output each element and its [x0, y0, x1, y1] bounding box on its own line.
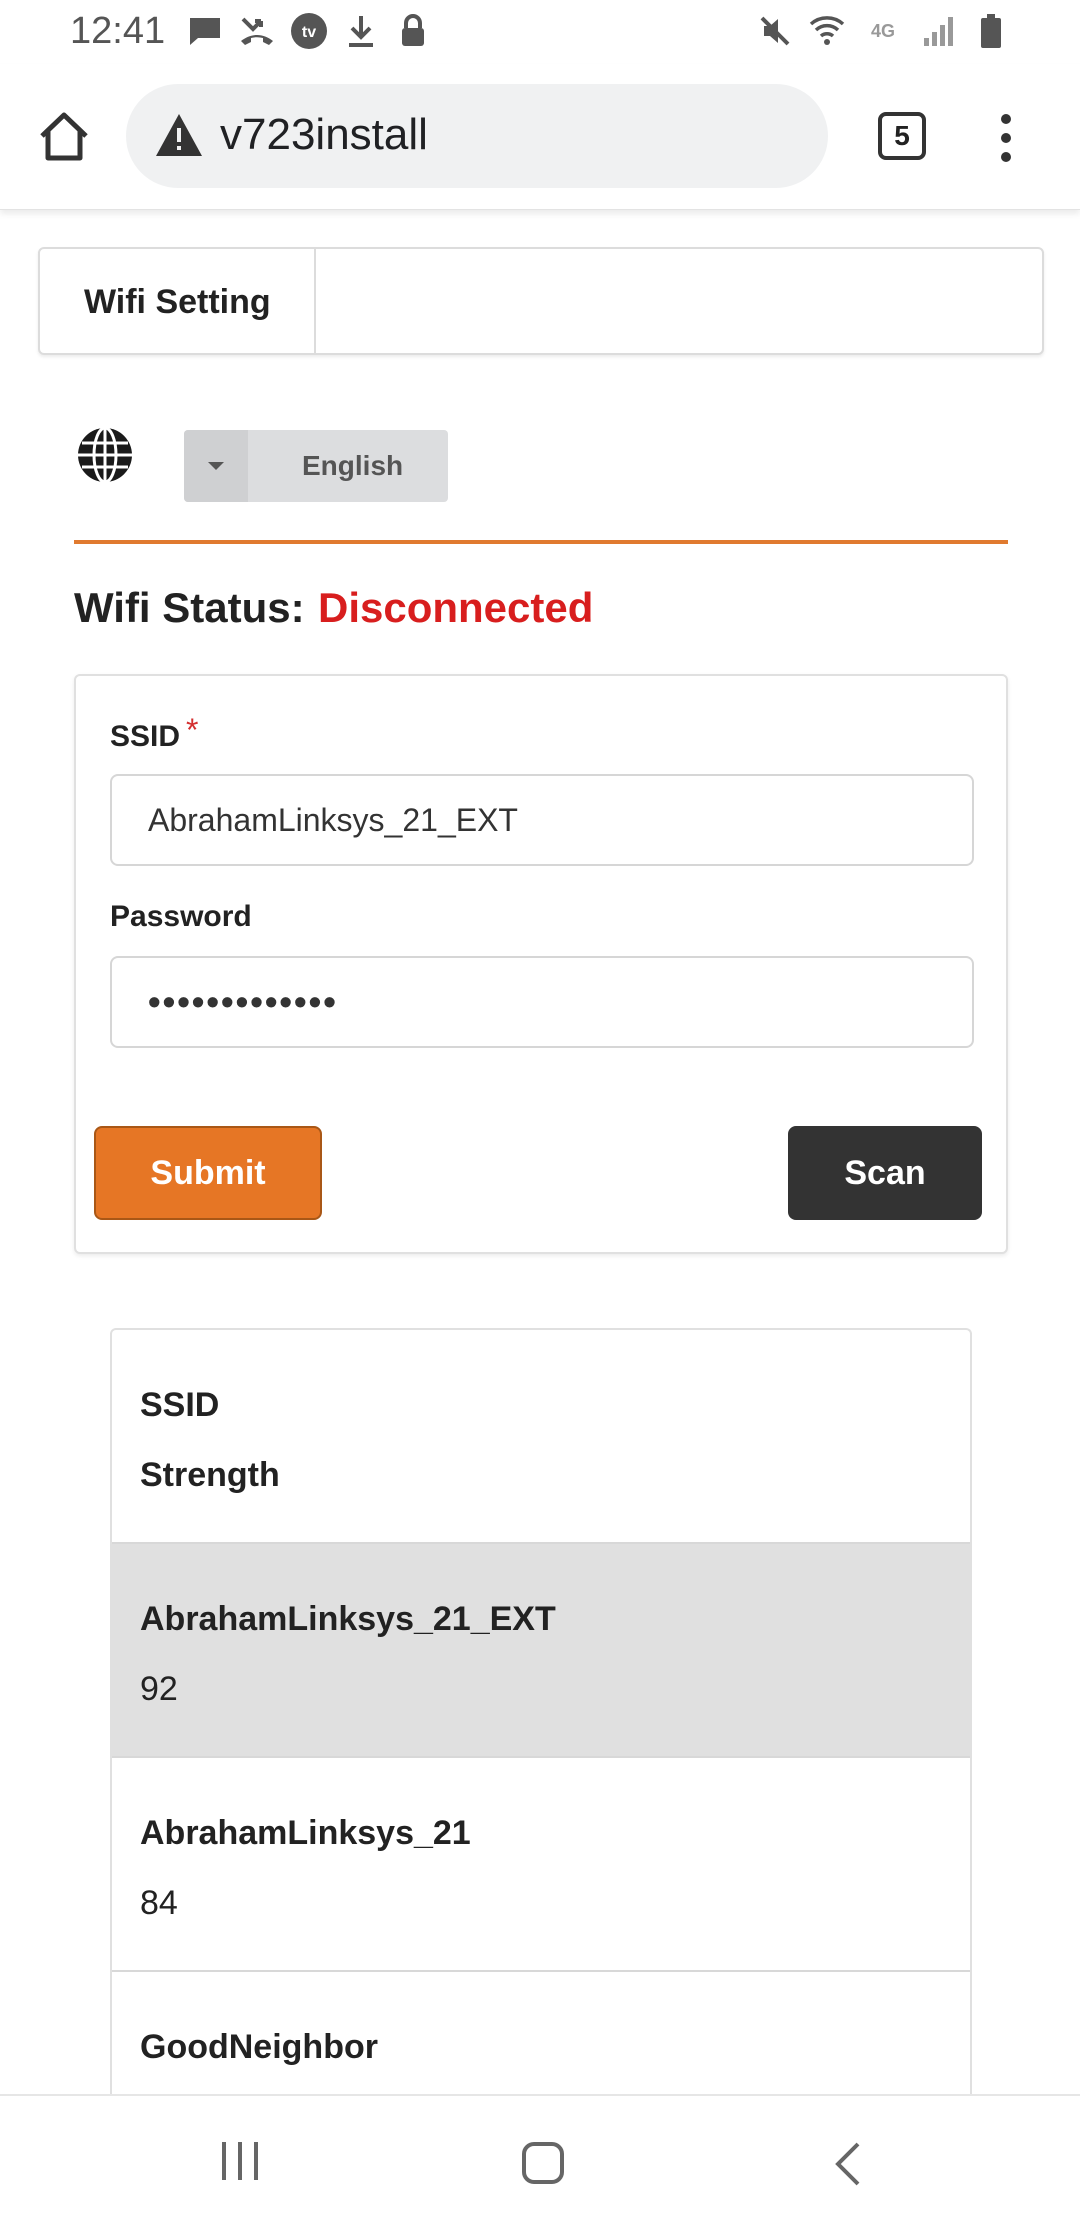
wifi-icon	[808, 12, 846, 50]
back-icon	[835, 2142, 860, 2186]
nav-home-button[interactable]	[522, 2142, 564, 2184]
svg-text:tv: tv	[302, 24, 316, 41]
column-header-strength: Strength	[140, 1456, 280, 1494]
header-divider	[314, 249, 316, 353]
password-input[interactable]: •••••••••••••	[110, 956, 974, 1048]
network-ssid: GoodNeighbor	[140, 2028, 378, 2066]
password-label: Password	[110, 900, 252, 933]
download-icon	[342, 12, 380, 50]
language-select[interactable]: English	[184, 430, 448, 502]
address-bar[interactable]: v723install	[126, 84, 828, 188]
scan-list-header: SSID Strength	[112, 1330, 970, 1544]
recents-icon	[238, 2142, 242, 2180]
lte-icon: 4G	[870, 20, 895, 41]
warning-icon[interactable]	[154, 112, 204, 158]
tv-icon: tv	[290, 12, 328, 50]
home-button[interactable]	[34, 106, 94, 166]
network-strength: 92	[140, 1670, 178, 1708]
dot-icon	[1001, 152, 1011, 162]
page-header: Wifi Setting	[38, 247, 1044, 355]
more-options-button[interactable]	[988, 108, 1024, 168]
wifi-form: SSID * AbrahamLinksys_21_EXT Password ••…	[74, 674, 1008, 1254]
ssid-input[interactable]: AbrahamLinksys_21_EXT	[110, 774, 974, 866]
ssid-input-value: AbrahamLinksys_21_EXT	[148, 801, 518, 838]
home-icon	[40, 112, 88, 161]
password-input-value: •••••••••••••	[148, 981, 338, 1022]
recents-button[interactable]	[222, 2142, 258, 2180]
list-item[interactable]: AbrahamLinksys_21_EXT 92	[112, 1544, 970, 1758]
page-title: Wifi Setting	[84, 283, 271, 321]
dot-icon	[1001, 133, 1011, 143]
missed-call-icon	[238, 12, 276, 50]
language-selected: English	[302, 450, 404, 481]
battery-icon	[972, 12, 1010, 50]
notification-icons: tv	[186, 12, 432, 50]
mute-icon	[756, 12, 794, 50]
column-header-ssid: SSID	[140, 1386, 220, 1424]
divider	[74, 540, 1008, 544]
ssid-label: SSID	[110, 720, 181, 753]
wifi-status-label: Wifi Status:	[74, 584, 305, 631]
dot-icon	[1001, 114, 1011, 124]
recents-icon	[222, 2142, 226, 2180]
chevron-down-icon	[184, 430, 248, 502]
signal-icon	[920, 12, 958, 50]
scan-results-list: SSID Strength AbrahamLinksys_21_EXT 92 A…	[110, 1328, 972, 2098]
list-item[interactable]: AbrahamLinksys_21 84	[112, 1758, 970, 1972]
network-strength: 84	[140, 1884, 178, 1922]
browser-toolbar: v723install 5	[0, 64, 1080, 210]
chat-icon	[186, 12, 224, 50]
list-item[interactable]: GoodNeighbor	[112, 1972, 970, 2098]
system-icons: 4G	[756, 12, 1010, 50]
required-marker: *	[186, 712, 199, 748]
lock-icon	[394, 12, 432, 50]
scan-button[interactable]: Scan	[788, 1126, 982, 1220]
tab-switcher-button[interactable]: 5	[878, 112, 926, 160]
url-text[interactable]: v723install	[220, 110, 428, 160]
globe-icon	[76, 426, 134, 484]
network-ssid: AbrahamLinksys_21_EXT	[140, 1600, 556, 1638]
back-button[interactable]	[830, 2140, 866, 2188]
wifi-status-value: Disconnected	[318, 584, 594, 631]
network-ssid: AbrahamLinksys_21	[140, 1814, 471, 1852]
submit-button[interactable]: Submit	[94, 1126, 322, 1220]
status-bar: 12:41 tv 4G	[0, 0, 1080, 64]
clock: 12:41	[70, 10, 166, 52]
system-nav-bar	[0, 2094, 1080, 2220]
recents-icon	[254, 2142, 258, 2180]
